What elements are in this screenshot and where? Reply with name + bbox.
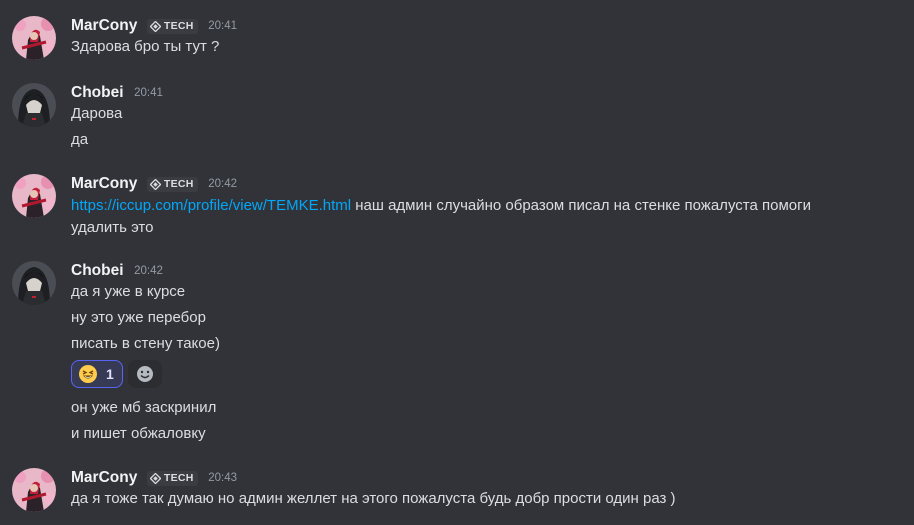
server-tag[interactable]: TECH xyxy=(146,470,198,486)
server-tag[interactable]: TECH xyxy=(146,18,198,34)
message-text: да я уже в курсе xyxy=(71,283,186,300)
message-text-rest: наш админ случайно образом писал на стен… xyxy=(351,197,811,214)
username[interactable]: Chobei xyxy=(71,262,124,279)
message-text: https://iccup.com/profile/view/TEMKE.htm… xyxy=(71,195,894,217)
message-text: Здарова бро ты тут ? xyxy=(71,38,220,55)
username[interactable]: MarCony xyxy=(71,17,137,34)
timestamp[interactable]: 20:42 xyxy=(134,265,163,277)
server-tag[interactable]: TECH xyxy=(146,176,198,192)
avatar[interactable] xyxy=(12,261,56,305)
timestamp[interactable]: 20:42 xyxy=(208,178,237,190)
reaction-count: 1 xyxy=(106,366,114,382)
avatar[interactable] xyxy=(12,16,56,60)
message-text: и пишет обжаловку xyxy=(71,425,206,442)
message-group: Chobei 20:41 Дарова да xyxy=(0,83,914,153)
message-group: Chobei 20:42 да я уже в курсе ну это уже… xyxy=(0,261,914,451)
smiley-add-icon xyxy=(136,366,153,382)
reaction-button[interactable]: 1 xyxy=(71,360,123,388)
message-text: писать в стену такое) xyxy=(71,335,220,352)
username[interactable]: MarCony xyxy=(71,175,137,192)
avatar[interactable] xyxy=(12,468,56,512)
message-text: он уже мб заскринил xyxy=(71,399,217,416)
avatar[interactable] xyxy=(12,174,56,218)
laughing-face-icon xyxy=(79,365,97,383)
diamond-icon xyxy=(149,178,161,190)
diamond-icon xyxy=(149,472,161,484)
chat-messages: MarCony TECH 20:41 Здарова бро ты тут ? xyxy=(0,0,914,525)
avatar[interactable] xyxy=(12,83,56,127)
message-text: да я тоже так думаю но админ желлет на э… xyxy=(71,490,676,507)
tag-label: TECH xyxy=(163,472,194,484)
timestamp[interactable]: 20:43 xyxy=(208,472,237,484)
username[interactable]: MarCony xyxy=(71,469,137,486)
message-text: Дарова xyxy=(71,105,123,122)
tag-label: TECH xyxy=(163,178,194,190)
message-text: удалить это xyxy=(71,219,154,236)
message-group: MarCony TECH 20:41 Здарова бро ты тут ? xyxy=(0,16,914,60)
reactions-bar: 1 xyxy=(71,359,894,389)
message-text: ну это уже перебор xyxy=(71,309,206,326)
add-reaction-button[interactable] xyxy=(127,360,162,388)
diamond-icon xyxy=(149,20,161,32)
profile-link[interactable]: https://iccup.com/profile/view/TEMKE.htm… xyxy=(71,197,351,214)
timestamp[interactable]: 20:41 xyxy=(134,87,163,99)
message-text: да xyxy=(71,131,89,148)
username[interactable]: Chobei xyxy=(71,84,124,101)
timestamp[interactable]: 20:41 xyxy=(208,20,237,32)
message-group: MarCony TECH 20:43 да я тоже так думаю н… xyxy=(0,468,914,514)
tag-label: TECH xyxy=(163,20,194,32)
message-group: MarCony TECH 20:42 https://iccup.com/pro… xyxy=(0,174,914,240)
